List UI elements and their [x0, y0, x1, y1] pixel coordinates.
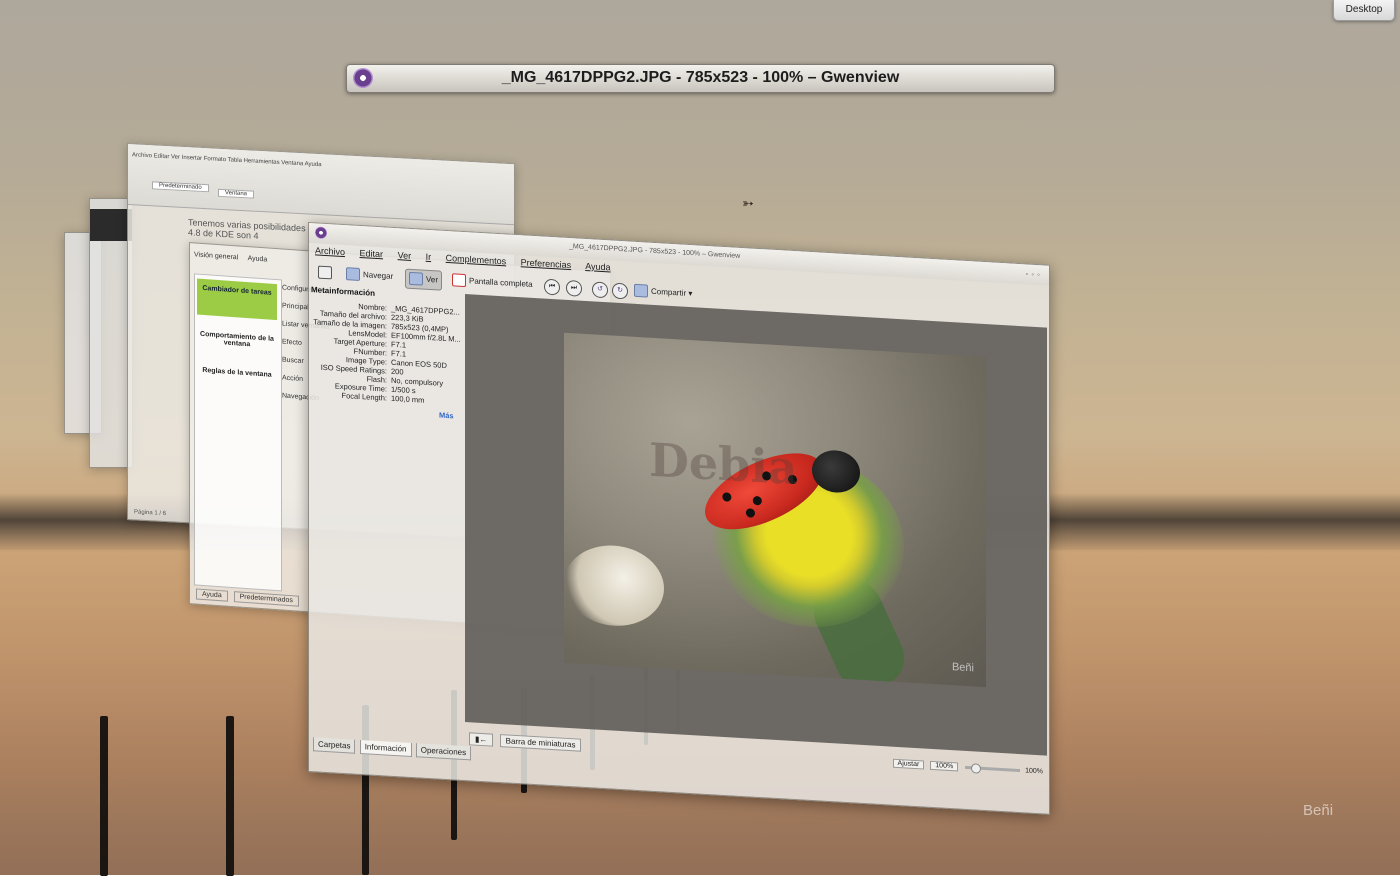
show-desktop-button[interactable]: Desktop [1333, 0, 1395, 21]
share-button[interactable]: Compartir ▾ [631, 282, 695, 304]
rotate-left-icon: ↺ [592, 281, 608, 299]
previous-icon: ⏮ [544, 278, 560, 296]
metainfo-more-link[interactable]: Más [439, 411, 454, 421]
settings-defaults-button[interactable]: Predeterminados [233, 591, 299, 607]
menu-preferencias[interactable]: Preferencias [521, 257, 572, 270]
rotate-right-icon: ↻ [612, 282, 628, 300]
next-icon: ⏭ [566, 279, 582, 297]
share-label: Compartir [651, 286, 687, 298]
photo-watermark: Debia [649, 432, 798, 496]
settings-toolbar: Visión general Ayuda [194, 251, 267, 263]
window-switcher-title: _MG_4617DPPG2.JPG - 785x523 - 100% – Gwe… [501, 69, 900, 86]
sidebar-item-task-switcher[interactable]: Cambiador de tareas [197, 278, 277, 321]
settings-buttonbar: Ayuda Predeterminados [196, 588, 299, 607]
zoom-slider[interactable] [965, 762, 1021, 774]
grid-icon [346, 267, 360, 282]
view-label: Ver [426, 274, 439, 285]
settings-help-bottom-button[interactable]: Ayuda [196, 588, 228, 602]
menu-archivo[interactable]: Archivo [315, 245, 345, 257]
thumbnail-toggle-button[interactable]: ▮← [469, 732, 494, 747]
menu-ayuda[interactable]: Ayuda [585, 261, 610, 272]
home-button[interactable] [315, 263, 338, 282]
menu-ver[interactable]: Ver [398, 250, 412, 261]
next-button[interactable]: ⏭ [563, 278, 585, 297]
browse-label: Navegar [363, 270, 394, 281]
menu-complementos[interactable]: Complementos [446, 253, 507, 266]
settings-sidebar: Cambiador de tareas Comportamiento de la… [194, 273, 282, 592]
writer-menubar[interactable]: Archivo Editar Ver Insertar Formato Tabl… [132, 152, 322, 168]
thumbnail-bar: ▮← Barra de miniaturas [469, 732, 585, 752]
fullscreen-label: Pantalla completa [469, 276, 533, 289]
menu-ir[interactable]: Ir [426, 252, 432, 262]
zoom-slider-handle[interactable] [971, 762, 982, 774]
writer-status-page: Página 1 / 6 [134, 509, 167, 518]
sidebar-item-window-behavior[interactable]: Comportamiento de la ventana [197, 331, 277, 351]
gwenview-logo-icon [315, 226, 327, 240]
photo-flower-bud [564, 542, 664, 629]
zoom-100-button[interactable]: 100% [930, 760, 959, 772]
bird-silhouette: ➳ [742, 195, 754, 211]
gwenview-window-title: _MG_4617DPPG2.JPG - 785x523 - 100% – Gwe… [569, 243, 741, 260]
tab-carpetas[interactable]: Carpetas [313, 737, 356, 754]
zoom-value: 100% [1025, 767, 1043, 776]
view-button[interactable]: Ver [405, 268, 443, 291]
browse-button[interactable]: Navegar [343, 265, 396, 286]
writer-font-select[interactable]: Ventana [218, 188, 255, 199]
media-toolbar [90, 209, 132, 241]
sidebar-item-window-rules[interactable]: Reglas de la ventana [197, 367, 277, 380]
gwenview-window[interactable]: _MG_4617DPPG2.JPG - 785x523 - 100% – Gwe… [308, 222, 1050, 815]
rotate-left-button[interactable]: ↺ [589, 279, 611, 299]
thumbnail-bar-button[interactable]: Barra de miniaturas [499, 734, 582, 752]
settings-help-button[interactable]: Ayuda [248, 255, 268, 263]
tab-informacion[interactable]: Información [359, 739, 412, 757]
zoom-fit-button[interactable]: Ajustar [892, 758, 925, 770]
image-view[interactable]: Debia Beñi Ajustar 100% 100% [465, 294, 1047, 775]
window-buttons: ◦◦◦ [1025, 269, 1043, 279]
image-icon [409, 272, 423, 287]
fullscreen-icon [452, 273, 466, 288]
home-icon [318, 265, 332, 280]
share-icon [634, 284, 648, 298]
rotate-right-button[interactable]: ↻ [609, 280, 631, 300]
close-icon[interactable]: ◦ [1037, 270, 1043, 279]
photo-signature: Beñi [951, 661, 974, 675]
wallpaper-post [226, 716, 234, 876]
tab-operaciones[interactable]: Operaciones [415, 743, 472, 761]
overview-button[interactable]: Visión general [194, 251, 238, 261]
metainfo-sidebar: Metainformación Nombre: _MG_4617DPPG2... … [309, 285, 465, 756]
writer-style-select[interactable]: Predeterminado [152, 181, 209, 193]
menu-editar[interactable]: Editar [360, 248, 384, 259]
desktop-watermark: Beñi [1303, 802, 1334, 819]
previous-button[interactable]: ⏮ [541, 276, 563, 296]
fullscreen-button[interactable]: Pantalla completa [449, 271, 536, 294]
wallpaper-post [100, 716, 108, 876]
window-switcher-caption: _MG_4617DPPG2.JPG - 785x523 - 100% – Gwe… [346, 64, 1055, 93]
ladybug-photo: Debia Beñi [564, 332, 986, 688]
zoom-controls: Ajustar 100% 100% [891, 758, 1043, 777]
